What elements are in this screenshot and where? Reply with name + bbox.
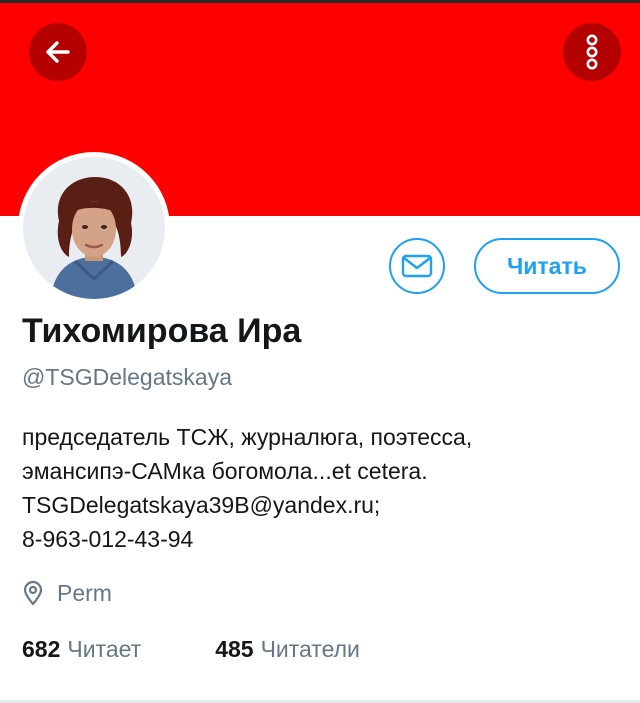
back-button[interactable] — [29, 23, 87, 81]
profile-name: Тихомирова Ира — [22, 312, 302, 350]
bio-line: председатель ТСЖ, журналюга, поэтесса, — [22, 424, 473, 450]
message-button[interactable] — [389, 238, 445, 294]
profile-bio: председатель ТСЖ, журналюга, поэтесса, э… — [22, 420, 622, 556]
bio-line: эмансипэ-САМка богомола...et cetera. — [22, 458, 428, 484]
followers-stat[interactable]: 485 Читатели — [215, 636, 360, 663]
follow-button[interactable]: Читать — [474, 238, 620, 294]
following-label: Читает — [67, 635, 142, 662]
avatar-photo — [23, 157, 165, 299]
avatar[interactable] — [18, 152, 170, 304]
profile-location: Perm — [22, 576, 112, 610]
bio-phone-link[interactable]: 8-963-012-43-94 — [22, 522, 622, 556]
bio-email-link[interactable]: TSGDelegatskaya39B@yandex.ru; — [22, 488, 622, 522]
followers-label: Читатели — [260, 635, 360, 662]
follow-button-label: Читать — [507, 252, 587, 279]
following-stat[interactable]: 682 Читает — [22, 636, 141, 663]
arrow-left-icon — [46, 41, 70, 63]
more-options-button[interactable] — [563, 23, 621, 81]
location-text: Perm — [57, 579, 112, 606]
location-pin-icon — [23, 580, 43, 606]
more-vertical-icon — [586, 34, 598, 70]
followers-count: 485 — [215, 635, 254, 662]
following-count: 682 — [22, 635, 61, 662]
profile-handle: @TSGDelegatskaya — [22, 364, 232, 390]
envelope-icon — [401, 254, 433, 278]
profile-stats: 682 Читает 485 Читатели — [22, 632, 360, 666]
